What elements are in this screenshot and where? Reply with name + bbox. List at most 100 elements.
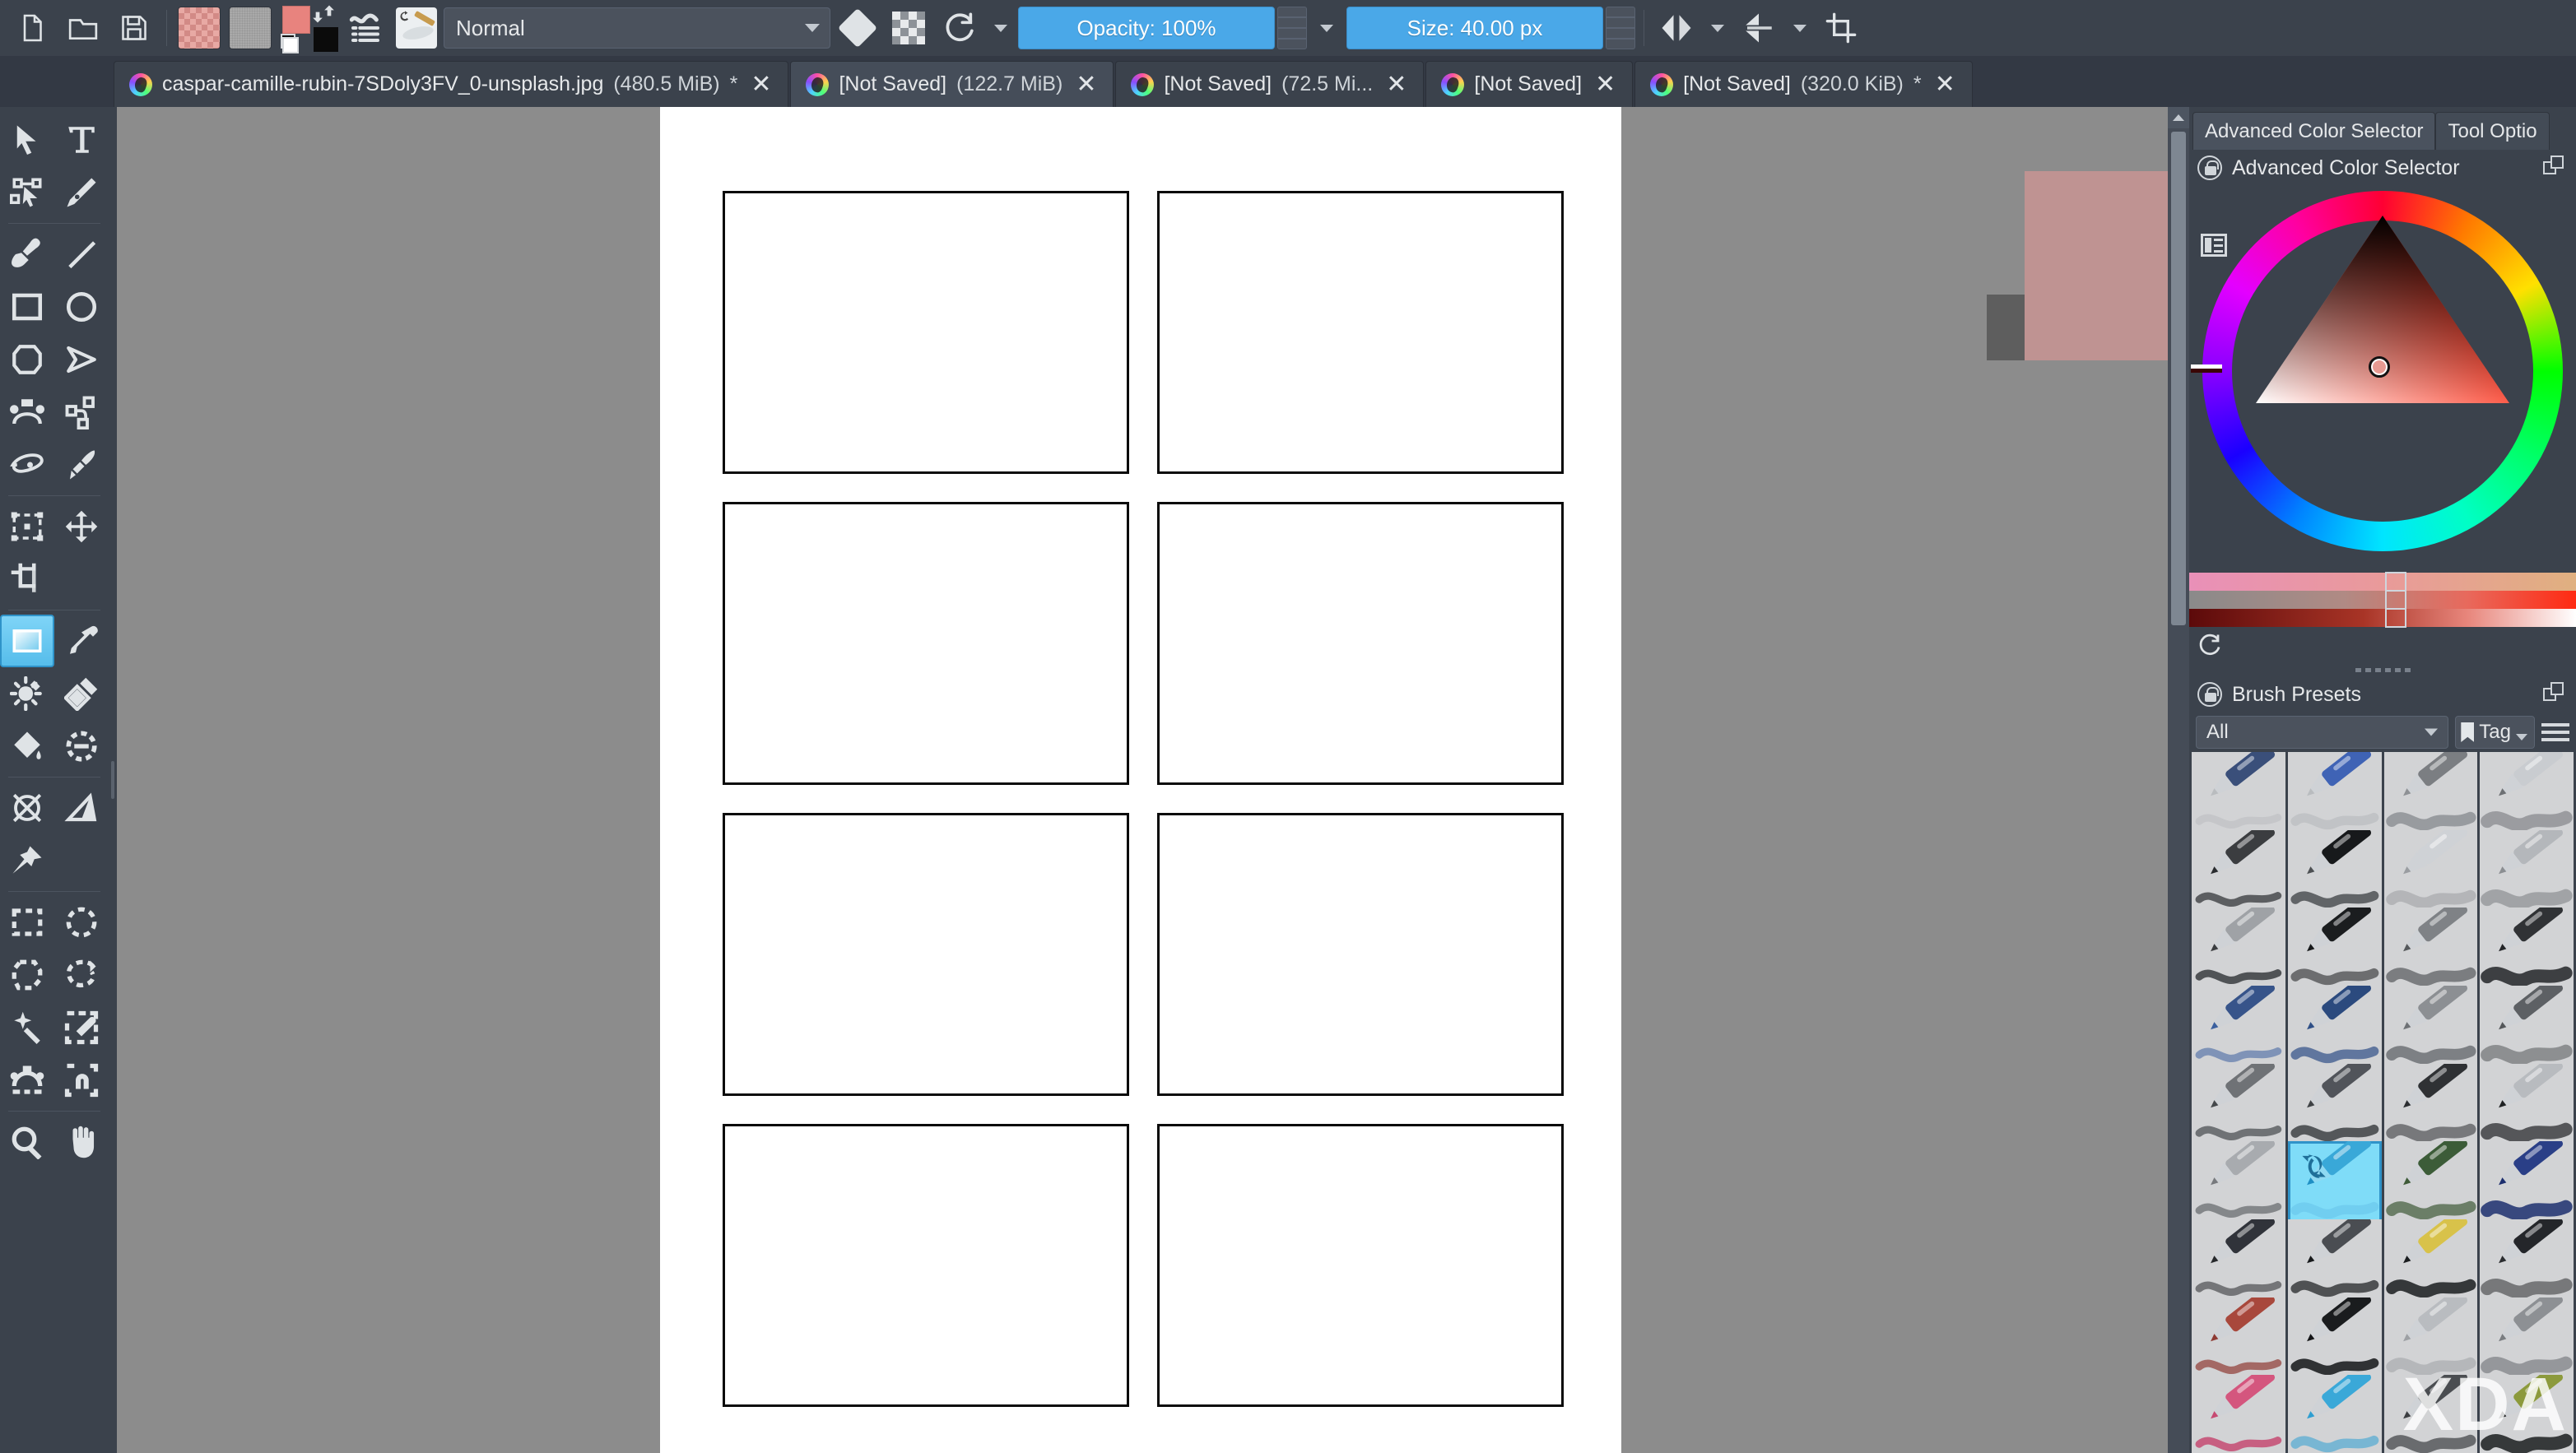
advanced-color-selector[interactable] — [2189, 186, 2576, 573]
multibrush-tool[interactable] — [54, 439, 109, 491]
magnetic-selection-tool[interactable] — [54, 1054, 109, 1107]
panel-drag-handle[interactable] — [2189, 663, 2576, 676]
reset-colors-icon-2[interactable] — [282, 37, 299, 53]
opacity-stepper[interactable] — [1277, 7, 1307, 49]
scroll-up-button[interactable] — [2168, 107, 2189, 128]
reset-color-icon[interactable] — [2197, 633, 2222, 657]
freehand-selection-tool[interactable] — [54, 949, 109, 1001]
dock-tab-advanced-color-selector[interactable]: Advanced Color Selector — [2192, 112, 2436, 150]
frame-1[interactable] — [723, 191, 1129, 474]
calligraphy-tool[interactable] — [54, 166, 109, 219]
colorize-mask-tool[interactable] — [0, 667, 54, 720]
zoom-tool[interactable] — [0, 1116, 54, 1168]
pan-tool[interactable] — [54, 1116, 109, 1168]
select-shapes-tool[interactable] — [0, 114, 54, 166]
preserve-alpha-button[interactable] — [885, 4, 932, 52]
size-increase-button[interactable] — [1606, 7, 1635, 28]
size-stepper[interactable] — [1606, 7, 1635, 49]
eraser-mode-button[interactable] — [834, 4, 881, 52]
foreground-color-swatch[interactable] — [282, 6, 310, 34]
smart-patch-tool[interactable] — [54, 667, 109, 720]
document-tab-0[interactable]: caspar-camille-rubin-7SDoly3FV_0-unsplas… — [114, 61, 789, 107]
float-panel-icon[interactable] — [2543, 156, 2568, 180]
document-tab-4[interactable]: [Not Saved] (320.0 KiB) * ✕ — [1634, 61, 1973, 107]
opacity-control[interactable]: Opacity: 100% — [1018, 7, 1307, 49]
measure-tool[interactable] — [54, 782, 109, 834]
color-cursor-ring[interactable] — [2369, 356, 2390, 378]
document-tab-3[interactable]: [Not Saved] ✕ — [1425, 61, 1634, 107]
horizontal-mirror-dropdown[interactable] — [1704, 4, 1732, 52]
rectangle-tool[interactable] — [0, 281, 54, 333]
shade-bar-hue[interactable] — [2189, 572, 2576, 592]
swap-colors-icon[interactable] — [312, 2, 335, 26]
dynamic-brush-tool[interactable] — [0, 439, 54, 491]
scrollbar-thumb[interactable] — [2171, 132, 2186, 625]
save-document-button[interactable] — [110, 4, 158, 52]
brush-preset-marker-pink[interactable] — [2192, 1375, 2285, 1453]
polyline-tool[interactable] — [54, 333, 109, 386]
hamburger-menu-icon[interactable] — [2541, 723, 2569, 741]
line-tool[interactable] — [54, 228, 109, 281]
shade-picker[interactable] — [2385, 608, 2406, 628]
open-document-button[interactable] — [59, 4, 107, 52]
polygonal-selection-tool[interactable] — [0, 949, 54, 1001]
background-color-swatch[interactable] — [314, 27, 338, 52]
show-canvas-only-button[interactable] — [1817, 4, 1865, 52]
tag-button[interactable]: Tag — [2455, 716, 2535, 749]
similar-color-selection-tool[interactable] — [54, 1001, 109, 1054]
shade-bar-saturation[interactable] — [2189, 590, 2576, 610]
shade-bar-value[interactable] — [2189, 608, 2576, 628]
frame-2[interactable] — [1157, 191, 1564, 474]
size-decrease-button[interactable] — [1606, 28, 1635, 49]
canvas-page[interactable] — [660, 107, 1621, 1453]
preset-filter-select[interactable]: All — [2196, 716, 2449, 749]
close-icon[interactable]: ✕ — [1383, 72, 1410, 97]
foreground-background-color-button[interactable] — [277, 2, 338, 53]
close-icon[interactable]: ✕ — [1932, 72, 1959, 97]
dock-tab-tool-options[interactable]: Tool Optio — [2435, 112, 2550, 150]
brush-preset-brush-wet[interactable] — [2480, 1375, 2574, 1453]
close-icon[interactable]: ✕ — [1072, 72, 1100, 97]
canvas-area[interactable] — [117, 107, 2189, 1453]
assistant-tool[interactable] — [0, 782, 54, 834]
frame-7[interactable] — [723, 1124, 1129, 1407]
new-document-button[interactable] — [8, 4, 56, 52]
opacity-decrease-button[interactable] — [1277, 28, 1307, 49]
freehand-path-tool[interactable] — [54, 386, 109, 439]
reference-images-tool[interactable] — [0, 834, 54, 887]
size-control[interactable]: Size: 40.00 px — [1346, 7, 1635, 49]
brush-preset-marker-cyan[interactable] — [2287, 1375, 2382, 1453]
frame-8[interactable] — [1157, 1124, 1564, 1407]
brush-preset-grid[interactable] — [2189, 752, 2576, 1453]
close-icon[interactable]: ✕ — [1592, 72, 1619, 97]
elliptical-selection-tool[interactable] — [54, 896, 109, 949]
canvas-vertical-scrollbar[interactable] — [2168, 107, 2189, 1453]
shade-picker[interactable] — [2385, 590, 2406, 610]
move-tool[interactable] — [54, 500, 109, 553]
crop-tool[interactable] — [0, 553, 54, 606]
color-sampler-tool[interactable] — [54, 615, 109, 667]
document-tab-1[interactable]: [Not Saved] (122.7 MiB) ✕ — [790, 61, 1114, 107]
reload-preset-dropdown[interactable] — [987, 4, 1015, 52]
vertical-mirror-button[interactable] — [1735, 4, 1783, 52]
text-tool[interactable] — [54, 114, 109, 166]
blending-mode-select[interactable]: Normal — [444, 7, 830, 49]
shade-picker[interactable] — [2385, 572, 2406, 592]
transform-tool[interactable] — [0, 500, 54, 553]
wrap-around-mode-button[interactable] — [342, 4, 389, 52]
opacity-dropdown[interactable] — [1310, 4, 1343, 52]
edit-shapes-tool[interactable] — [0, 166, 54, 219]
instant-preview-button[interactable] — [393, 4, 440, 52]
lock-icon[interactable] — [2197, 156, 2222, 180]
opacity-slider[interactable]: Opacity: 100% — [1018, 7, 1275, 49]
frame-5[interactable] — [723, 813, 1129, 1096]
frame-4[interactable] — [1157, 502, 1564, 785]
vertical-mirror-dropdown[interactable] — [1786, 4, 1814, 52]
ellipse-tool[interactable] — [54, 281, 109, 333]
opacity-increase-button[interactable] — [1277, 7, 1307, 28]
freehand-brush-tool[interactable] — [0, 228, 54, 281]
float-panel-icon[interactable] — [2543, 682, 2568, 707]
bezier-selection-tool[interactable] — [0, 1054, 54, 1107]
color-settings-icon[interactable] — [2201, 234, 2227, 257]
rectangular-selection-tool[interactable] — [0, 896, 54, 949]
